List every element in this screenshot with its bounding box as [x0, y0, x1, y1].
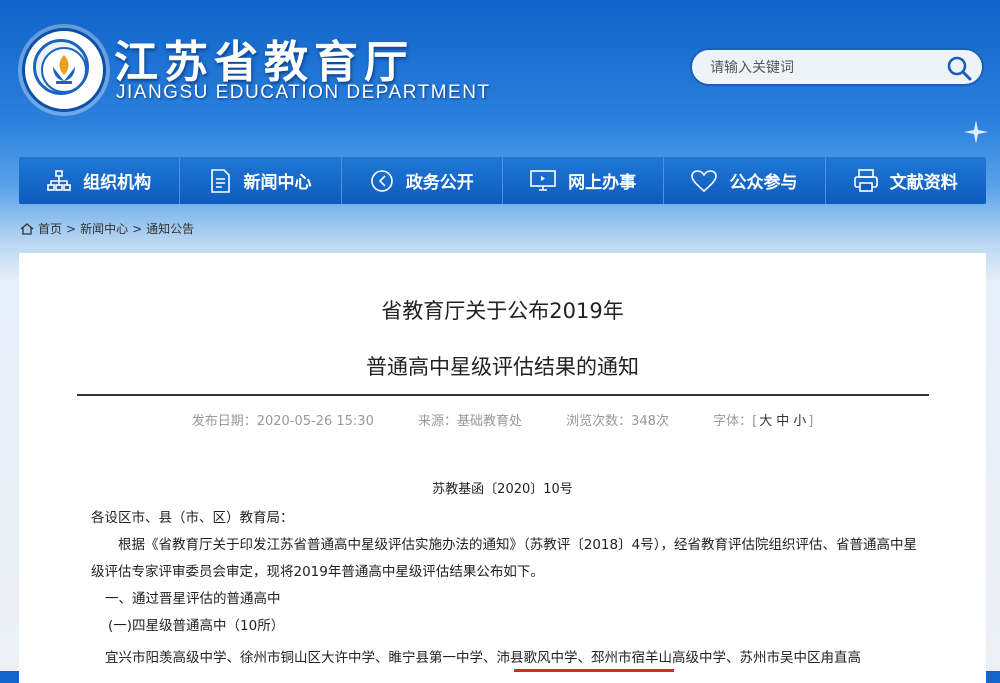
site-header: 江苏省教育厅 JIANGSU EDUCATION DEPARTMENT: [0, 0, 1000, 150]
nav-item-news[interactable]: 新闻中心: [180, 157, 342, 204]
printer-icon: [853, 168, 878, 192]
logo-emblem-icon: [41, 47, 87, 93]
font-small-button[interactable]: 小: [793, 414, 806, 429]
view-count: 浏览次数：348次: [566, 414, 669, 429]
breadcrumb-news[interactable]: 新闻中心: [80, 220, 128, 237]
org-chart-icon: [47, 169, 71, 191]
nav-item-gov[interactable]: 政务公开: [342, 157, 503, 204]
section-heading-1: 一、通过晋星评估的普通高中: [105, 591, 281, 607]
nav-item-org[interactable]: 组织机构: [19, 157, 181, 204]
font-size-switcher: 字体：[大中小]: [713, 414, 813, 429]
nav-item-label: 网上办事: [568, 173, 637, 193]
breadcrumb-current[interactable]: 通知公告: [146, 220, 194, 237]
nav-item-docs[interactable]: 文献资料: [826, 157, 986, 204]
document-number: 苏教基函〔2020〕10号: [432, 482, 573, 497]
home-icon: [20, 222, 34, 235]
article-source: 来源：基础教育处: [417, 414, 522, 429]
nav-item-label: 政务公开: [405, 173, 474, 193]
search-icon[interactable]: [946, 55, 972, 81]
schools-list-line: 宜兴市阳羡高级中学、徐州市铜山区大许中学、睢宁县第一中学、沛县歌风中学、邳州市宿…: [105, 650, 861, 666]
search-input[interactable]: [708, 56, 932, 80]
compass-icon: [371, 169, 393, 192]
sparkle-icon: [964, 120, 988, 144]
font-medium-button[interactable]: 中: [776, 414, 789, 429]
article-title-line1: 省教育厅关于公布2019年: [381, 299, 624, 323]
nav-item-label: 组织机构: [83, 173, 152, 193]
article-meta: 发布日期：2020-05-26 15:30 来源：基础教育处 浏览次数：348次…: [19, 410, 986, 429]
search-box: [690, 48, 984, 86]
font-size-label: 字体：[: [713, 414, 758, 429]
paragraph-1: 根据《省教育厅关于印发江苏省普通高中星级评估实施办法的通知》（苏教评〔2018〕…: [91, 537, 917, 580]
nav-item-public[interactable]: 公众参与: [664, 157, 826, 204]
font-size-close: ]: [808, 414, 814, 429]
nav-item-online[interactable]: 网上办事: [503, 157, 665, 204]
breadcrumb-home[interactable]: 首页: [38, 220, 62, 237]
font-large-button[interactable]: 大: [759, 414, 772, 429]
salutation: 各设区市、县（市、区）教育局：: [91, 510, 294, 526]
main-nav: 组织机构 新闻中心 政务公开 网上办事 公众参与 文献资料: [19, 157, 986, 204]
breadcrumb: 首页 > 新闻中心 > 通知公告: [20, 220, 194, 237]
nav-item-label: 新闻中心: [243, 173, 312, 193]
site-subtitle: JIANGSU EDUCATION DEPARTMENT: [116, 82, 491, 103]
site-title: 江苏省教育厅: [114, 37, 414, 88]
title-divider: [77, 394, 929, 396]
breadcrumb-separator: >: [66, 221, 77, 236]
subsection-heading-1: (一)四星级普通高中（10所）: [108, 618, 285, 634]
document-icon: [211, 168, 231, 193]
heart-icon: [691, 169, 718, 192]
monitor-icon: [530, 169, 556, 191]
nav-item-label: 文献资料: [889, 173, 958, 193]
nav-item-label: 公众参与: [729, 173, 798, 193]
publish-date: 发布日期：2020-05-26 15:30: [191, 414, 374, 429]
article-panel: 省教育厅关于公布2019年 普通高中星级评估结果的通知 发布日期：2020-05…: [19, 253, 986, 683]
breadcrumb-separator: >: [132, 221, 143, 236]
article-title-line2: 普通高中星级评估结果的通知: [366, 355, 639, 379]
department-logo[interactable]: [22, 28, 106, 112]
